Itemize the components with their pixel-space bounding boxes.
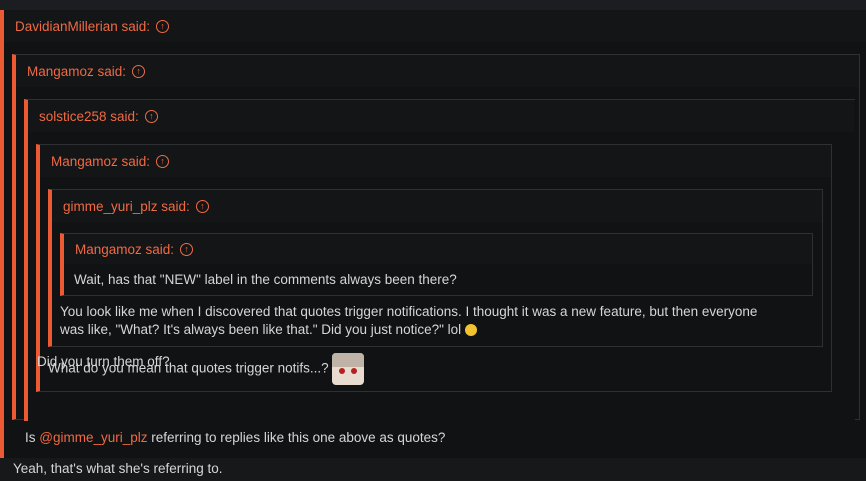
quote-body: Is @gimme_yuri_plz referring to replies … <box>25 430 445 445</box>
quote-body-text: was like, "What? It's always been like t… <box>60 322 462 337</box>
author-said[interactable]: DavidianMillerian said: <box>15 19 150 34</box>
arrow-up-circle-icon[interactable]: ↑ <box>156 19 170 33</box>
quote-level-6: Mangamoz said: ↑ Wait, has that "NEW" la… <box>60 233 813 296</box>
author-said[interactable]: solstice258 said: <box>39 109 139 124</box>
quote-attribution[interactable]: DavidianMillerian said: ↑ <box>4 10 866 42</box>
quote-attribution[interactable]: Mangamoz said: ↑ <box>64 234 812 264</box>
quote-body-line-2: was like, "What? It's always been like t… <box>60 322 477 337</box>
author-said[interactable]: Mangamoz said: <box>27 64 126 79</box>
quote-body-text: referring to replies like this one above… <box>147 430 446 445</box>
quote-body: Did you turn them off? <box>37 354 170 369</box>
quote-level-3: solstice258 said: ↑ Mangamoz said: ↑ gim… <box>24 99 855 421</box>
quote-body-text: Is <box>25 430 40 445</box>
arrow-up-circle-icon[interactable]: ↑ <box>144 109 158 123</box>
author-said[interactable]: gimme_yuri_plz said: <box>63 199 190 214</box>
author-said[interactable]: Mangamoz said: <box>51 154 150 169</box>
arrow-up-circle-icon[interactable]: ↑ <box>195 199 209 213</box>
quote-level-5: gimme_yuri_plz said: ↑ Mangamoz said: ↑ … <box>48 189 823 347</box>
quote-attribution[interactable]: Mangamoz said: ↑ <box>40 145 831 177</box>
quote-attribution[interactable]: Mangamoz said: ↑ <box>16 55 859 87</box>
quote-body-line-1: You look like me when I discovered that … <box>60 304 758 319</box>
anime-avatar-icon <box>332 353 365 385</box>
quote-level-2: Mangamoz said: ↑ solstice258 said: ↑ Man… <box>12 54 860 445</box>
quote-attribution[interactable]: gimme_yuri_plz said: ↑ <box>52 190 822 222</box>
quote-level-1: DavidianMillerian said: ↑ Mangamoz said:… <box>0 10 866 458</box>
quote-attribution[interactable]: solstice258 said: ↑ <box>28 100 854 132</box>
post-body: Yeah, that's what she's referring to. <box>13 461 223 476</box>
quote-body: Wait, has that "NEW" label in the commen… <box>74 272 457 287</box>
user-mention-link[interactable]: @gimme_yuri_plz <box>39 430 147 445</box>
laughing-emoji-icon <box>464 324 477 337</box>
arrow-up-circle-icon[interactable]: ↑ <box>132 64 146 78</box>
arrow-up-circle-icon[interactable]: ↑ <box>180 242 194 256</box>
arrow-up-circle-icon[interactable]: ↑ <box>156 154 170 168</box>
author-said[interactable]: Mangamoz said: <box>75 242 174 257</box>
